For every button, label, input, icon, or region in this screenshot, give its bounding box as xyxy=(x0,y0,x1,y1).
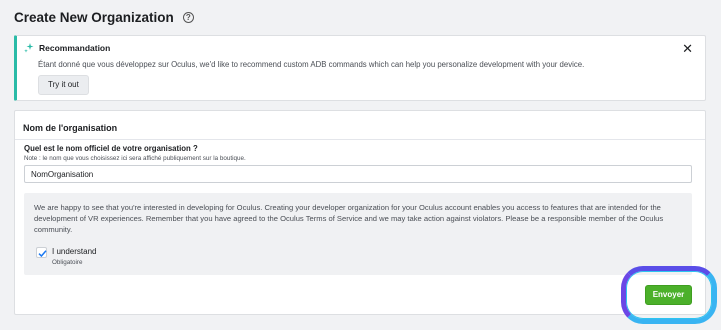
terms-text: We are happy to see that you're interest… xyxy=(34,203,664,235)
question-circle-icon[interactable]: ? xyxy=(182,11,194,23)
checkmark-icon xyxy=(38,250,47,258)
section-title: Nom de l'organisation xyxy=(23,123,118,133)
recommendation-banner: Recommandation Étant donné que vous déve… xyxy=(14,35,706,101)
terms-panel: We are happy to see that you're interest… xyxy=(24,193,692,275)
understand-checkbox[interactable] xyxy=(36,247,47,258)
org-name-question: Quel est le nom officiel de votre organi… xyxy=(24,144,198,153)
required-label: Obligatoire xyxy=(52,259,83,266)
divider xyxy=(15,139,705,140)
page-header: Create New Organization ? xyxy=(14,8,194,26)
close-icon[interactable]: ✕ xyxy=(682,42,693,55)
org-name-note: Note : le nom que vous choisissez ici se… xyxy=(24,155,246,162)
page-title: Create New Organization xyxy=(14,9,174,25)
org-name-input[interactable] xyxy=(24,165,692,183)
organization-form-card: Nom de l'organisation Quel est le nom of… xyxy=(14,110,706,315)
sparkle-icon xyxy=(24,43,34,53)
submit-button[interactable]: Envoyer xyxy=(645,285,692,305)
recommendation-text: Étant donné que vous développez sur Ocul… xyxy=(38,60,585,69)
recommendation-title: Recommandation xyxy=(39,43,111,53)
recommendation-header: Recommandation xyxy=(24,43,110,53)
try-it-out-button[interactable]: Try it out xyxy=(38,75,89,95)
understand-label: I understand xyxy=(52,247,97,256)
